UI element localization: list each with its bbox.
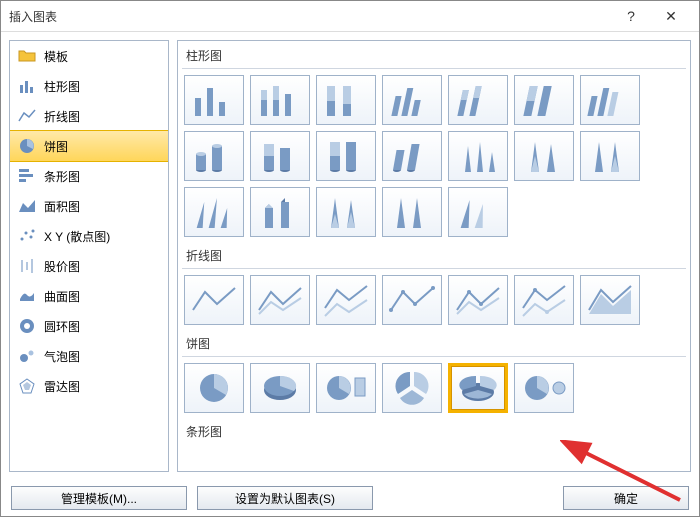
sidebar-item-bubble[interactable]: 气泡图: [10, 341, 168, 371]
chart-thumb[interactable]: [184, 363, 244, 413]
chart-thumb[interactable]: [382, 131, 442, 181]
chart-thumb[interactable]: [250, 187, 310, 237]
chart-thumb[interactable]: [580, 75, 640, 125]
chart-thumb[interactable]: [382, 75, 442, 125]
line-chart-icon: [18, 107, 36, 125]
sidebar-item-scatter[interactable]: X Y (散点图): [10, 221, 168, 251]
chart-thumb[interactable]: [184, 187, 244, 237]
chart-thumb[interactable]: [382, 187, 442, 237]
dialog-footer: 管理模板(M)... 设置为默认图表(S) 确定: [1, 480, 699, 516]
pie-thumbs: [182, 363, 686, 421]
sidebar-item-label: X Y (散点图): [44, 228, 110, 245]
chart-thumb[interactable]: [514, 131, 574, 181]
bubble-chart-icon: [18, 347, 36, 365]
sidebar-item-bar[interactable]: 条形图: [10, 161, 168, 191]
group-label-line: 折线图: [182, 245, 686, 266]
chart-thumb[interactable]: [514, 363, 574, 413]
sidebar-item-label: 雷达图: [44, 378, 80, 395]
chart-thumb[interactable]: [448, 275, 508, 325]
bar-chart-icon: [18, 167, 36, 185]
line-thumbs: [182, 275, 686, 333]
sidebar-item-line[interactable]: 折线图: [10, 101, 168, 131]
divider: [182, 356, 686, 357]
sidebar-item-label: 柱形图: [44, 78, 80, 95]
chart-thumb[interactable]: [448, 187, 508, 237]
chart-subtype-panel[interactable]: 柱形图: [177, 40, 691, 472]
pie-chart-icon: [18, 137, 36, 155]
sidebar-item-label: 面积图: [44, 198, 80, 215]
sidebar-item-label: 折线图: [44, 108, 80, 125]
divider: [182, 68, 686, 69]
column-chart-icon: [18, 77, 36, 95]
chart-thumb[interactable]: [184, 131, 244, 181]
chart-thumb[interactable]: [184, 275, 244, 325]
sidebar-item-radar[interactable]: 雷达图: [10, 371, 168, 401]
sidebar-item-label: 条形图: [44, 168, 80, 185]
sidebar-item-label: 模板: [44, 48, 68, 65]
divider: [182, 268, 686, 269]
folder-icon: [18, 47, 36, 65]
doughnut-chart-icon: [18, 317, 36, 335]
ok-button[interactable]: 确定: [563, 486, 689, 510]
chart-thumb[interactable]: [514, 275, 574, 325]
sidebar-item-doughnut[interactable]: 圆环图: [10, 311, 168, 341]
chart-thumb[interactable]: [514, 75, 574, 125]
sidebar-item-pie[interactable]: 饼图: [9, 130, 169, 162]
sidebar-item-column[interactable]: 柱形图: [10, 71, 168, 101]
chart-thumb[interactable]: [448, 131, 508, 181]
chart-thumb[interactable]: [250, 363, 310, 413]
group-label-column: 柱形图: [182, 45, 686, 66]
close-button[interactable]: ✕: [651, 2, 691, 30]
chart-category-list[interactable]: 模板 柱形图 折线图 饼图: [9, 40, 169, 472]
chart-thumb[interactable]: [316, 275, 376, 325]
group-label-pie: 饼图: [182, 333, 686, 354]
chart-thumb[interactable]: [316, 187, 376, 237]
chart-thumb[interactable]: [316, 131, 376, 181]
sidebar-item-stock[interactable]: 股价图: [10, 251, 168, 281]
sidebar-item-label: 气泡图: [44, 348, 80, 365]
chart-thumb[interactable]: [382, 363, 442, 413]
scatter-chart-icon: [18, 227, 36, 245]
sidebar-item-area[interactable]: 面积图: [10, 191, 168, 221]
group-label-bar: 条形图: [182, 421, 686, 442]
radar-chart-icon: [18, 377, 36, 395]
chart-thumb[interactable]: [580, 131, 640, 181]
chart-thumb[interactable]: [316, 363, 376, 413]
chart-thumb[interactable]: [250, 131, 310, 181]
sidebar-item-label: 饼图: [44, 138, 68, 155]
chart-thumb[interactable]: [250, 75, 310, 125]
stock-chart-icon: [18, 257, 36, 275]
column-thumbs: [182, 75, 686, 245]
chart-thumb[interactable]: [382, 275, 442, 325]
chart-thumb[interactable]: [316, 75, 376, 125]
insert-chart-dialog: 插入图表 ? ✕ 模板 柱形图 折线图: [0, 0, 700, 517]
sidebar-item-label: 股价图: [44, 258, 80, 275]
area-chart-icon: [18, 197, 36, 215]
manage-templates-button[interactable]: 管理模板(M)...: [11, 486, 187, 510]
dialog-title: 插入图表: [9, 8, 611, 25]
sidebar-item-templates[interactable]: 模板: [10, 41, 168, 71]
surface-chart-icon: [18, 287, 36, 305]
set-default-chart-button[interactable]: 设置为默认图表(S): [197, 486, 373, 510]
chart-thumb[interactable]: [250, 275, 310, 325]
sidebar-item-surface[interactable]: 曲面图: [10, 281, 168, 311]
chart-thumb-selected[interactable]: [448, 363, 508, 413]
chart-thumb[interactable]: [184, 75, 244, 125]
chart-thumb[interactable]: [448, 75, 508, 125]
sidebar-item-label: 圆环图: [44, 318, 80, 335]
sidebar-item-label: 曲面图: [44, 288, 80, 305]
titlebar[interactable]: 插入图表 ? ✕: [1, 1, 699, 32]
help-button[interactable]: ?: [611, 2, 651, 30]
chart-thumb[interactable]: [580, 275, 640, 325]
